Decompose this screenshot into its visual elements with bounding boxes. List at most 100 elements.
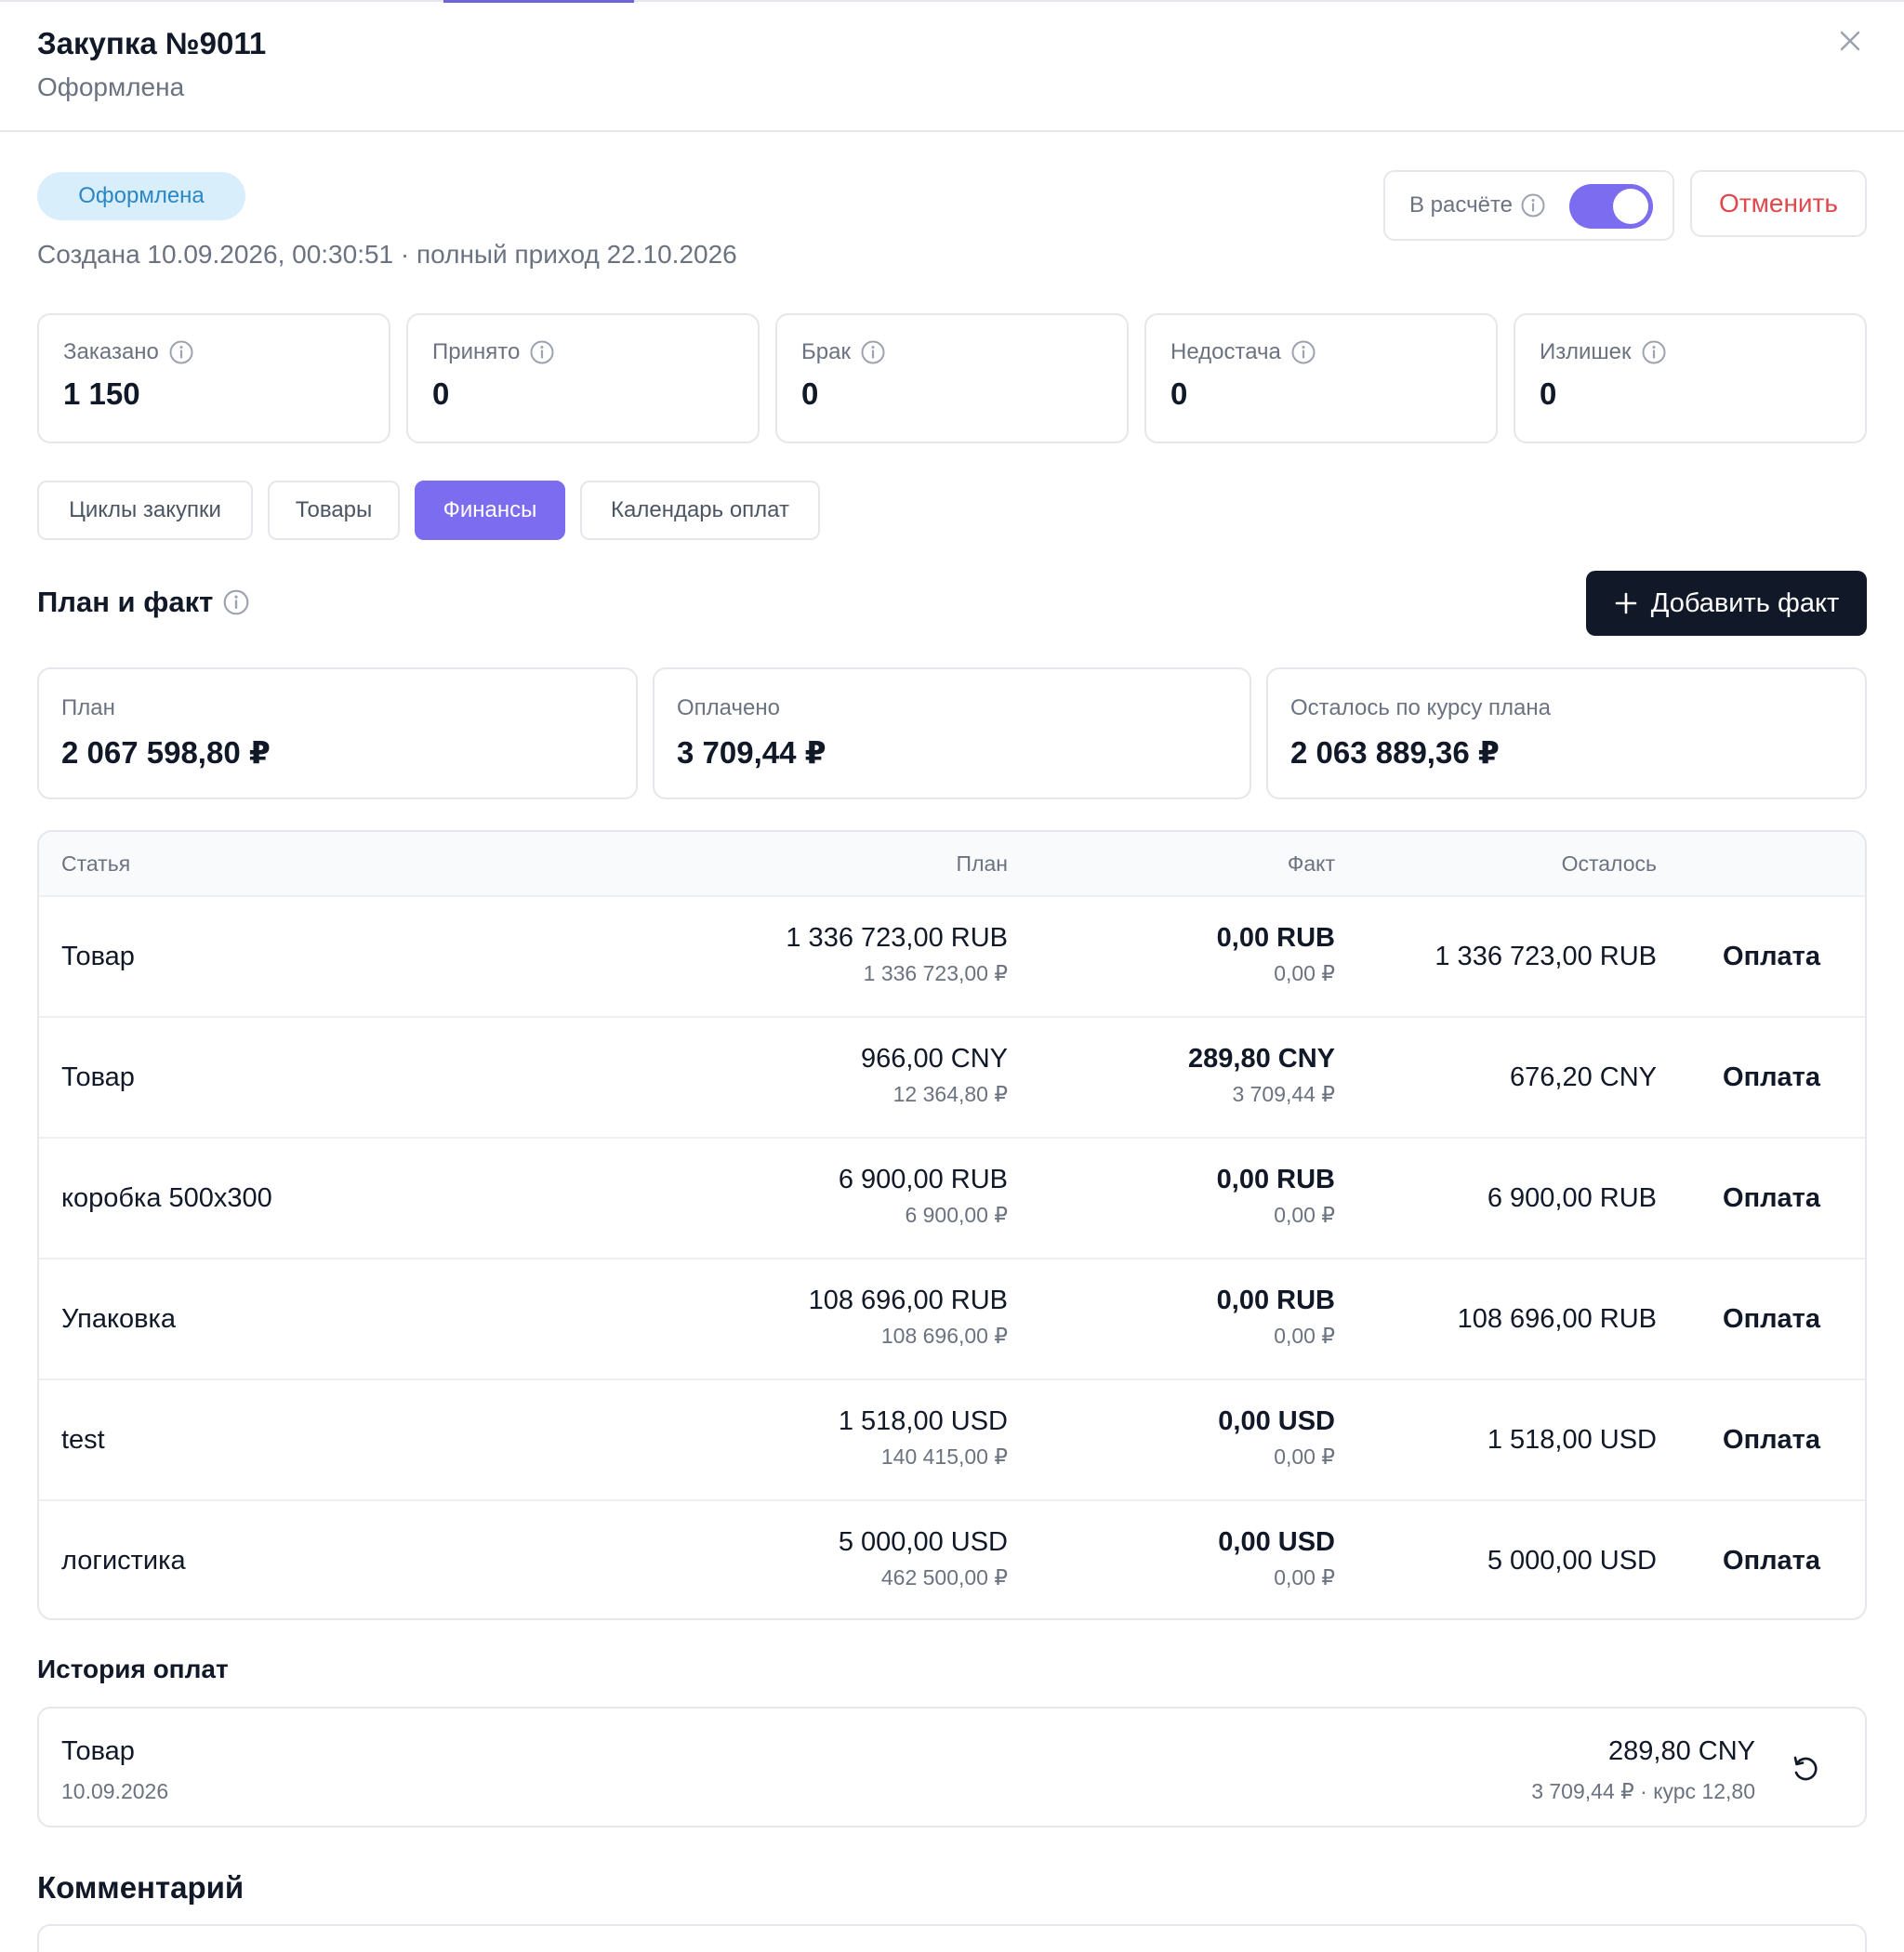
in-calculation-toggle-box: В расчёте [1383, 170, 1674, 241]
row-fact-rub: 0,00 ₽ [1274, 1444, 1335, 1469]
row-plan: 1 518,00 USD [838, 1406, 1008, 1436]
row-fact: 0,00 USD [1218, 1406, 1335, 1436]
info-icon[interactable] [222, 588, 250, 616]
row-plan: 5 000,00 USD [838, 1527, 1008, 1557]
row-rest: 5 000,00 USD [1487, 1546, 1657, 1576]
add-fact-label: Добавить факт [1650, 587, 1840, 618]
row-rest: 108 696,00 RUB [1457, 1304, 1657, 1334]
stat-value: 0 [801, 376, 819, 411]
row-rest: 1 336 723,00 RUB [1435, 942, 1657, 971]
table-row: Товар 966,00 CNY 12 364,80 ₽ 289,80 CNY … [39, 1016, 1865, 1137]
modal-header: Закупка №9011 Оформлена [0, 0, 1904, 132]
row-rest: 676,20 CNY [1510, 1062, 1657, 1092]
summary-value: 2 067 598,80 ₽ [61, 735, 271, 770]
row-plan: 108 696,00 RUB [808, 1286, 1008, 1315]
table-row: Упаковка 108 696,00 RUB 108 696,00 ₽ 0,0… [39, 1258, 1865, 1378]
pay-button[interactable]: Оплата [1723, 1059, 1820, 1097]
column-fact: Факт [1287, 851, 1335, 876]
row-fact-rub: 0,00 ₽ [1274, 1565, 1335, 1589]
row-plan-rub: 462 500,00 ₽ [880, 1565, 1008, 1589]
status-badge: Оформлена [37, 172, 245, 220]
comment-title: Комментарий [37, 1870, 245, 1905]
stat-card-surplus: Излишек 0 [1514, 313, 1867, 443]
revert-payment-button[interactable] [1789, 1752, 1822, 1786]
row-fact-rub: 0,00 ₽ [1274, 961, 1335, 985]
created-info: Создана 10.09.2026, 00:30:51 · полный пр… [37, 240, 737, 269]
cancel-button[interactable]: Отменить [1690, 170, 1867, 237]
stat-label: Брак [801, 339, 851, 364]
table-header: Статья План Факт Осталось [39, 832, 1865, 895]
pay-button[interactable]: Оплата [1723, 1180, 1820, 1218]
page-title: Закупка №9011 [37, 26, 267, 60]
info-icon[interactable] [1290, 339, 1316, 365]
info-icon[interactable] [168, 339, 194, 365]
stat-card-accepted: Принято 0 [406, 313, 760, 443]
pay-button[interactable]: Оплата [1723, 1421, 1820, 1459]
row-fact: 0,00 USD [1218, 1527, 1335, 1557]
row-item-name: Упаковка [61, 1304, 176, 1334]
table-row: Товар 1 336 723,00 RUB 1 336 723,00 ₽ 0,… [39, 895, 1865, 1016]
column-item: Статья [61, 851, 131, 876]
info-icon[interactable] [529, 339, 555, 365]
column-rest: Осталось [1561, 851, 1657, 876]
in-calculation-switch[interactable] [1569, 184, 1653, 229]
tab-products[interactable]: Товары [268, 481, 400, 540]
payment-history-item: Товар 10.09.2026 289,80 CNY 3 709,44 ₽ ·… [37, 1707, 1867, 1827]
row-plan: 6 900,00 RUB [838, 1165, 1008, 1194]
column-plan: План [956, 851, 1008, 876]
pay-button[interactable]: Оплата [1723, 938, 1820, 976]
stat-label: Недостача [1170, 339, 1281, 364]
stat-value: 1 150 [63, 376, 140, 411]
row-plan-rub: 140 415,00 ₽ [880, 1444, 1008, 1469]
stat-card-shortage: Недостача 0 [1144, 313, 1498, 443]
table-row: test 1 518,00 USD 140 415,00 ₽ 0,00 USD … [39, 1378, 1865, 1499]
payment-history-title: История оплат [37, 1655, 229, 1683]
stat-card-ordered: Заказано 1 150 [37, 313, 390, 443]
section-title: План и факт [37, 586, 214, 618]
row-plan: 1 336 723,00 RUB [786, 923, 1008, 953]
summary-plan: План 2 067 598,80 ₽ [37, 667, 638, 799]
pay-button[interactable]: Оплата [1723, 1300, 1820, 1339]
row-item-name: Товар [61, 1062, 135, 1092]
row-fact: 0,00 RUB [1216, 1286, 1335, 1315]
comment-input[interactable] [37, 1924, 1867, 1952]
pay-button[interactable]: Оплата [1723, 1542, 1820, 1580]
history-item-date: 10.09.2026 [61, 1779, 169, 1803]
stat-value: 0 [1540, 376, 1557, 411]
row-fact: 0,00 RUB [1216, 923, 1335, 953]
page-subtitle: Оформлена [37, 73, 185, 101]
info-icon[interactable] [1641, 339, 1667, 365]
row-rest: 1 518,00 USD [1487, 1425, 1657, 1455]
row-item-name: логистика [61, 1546, 186, 1576]
row-fact-rub: 0,00 ₽ [1274, 1324, 1335, 1348]
summary-remaining: Осталось по курсу плана 2 063 889,36 ₽ [1266, 667, 1867, 799]
history-item-amount: 289,80 CNY [1608, 1736, 1755, 1766]
row-plan-rub: 6 900,00 ₽ [905, 1203, 1008, 1227]
add-fact-button[interactable]: Добавить факт [1586, 571, 1867, 636]
plan-fact-table: Статья План Факт Осталось Товар 1 336 72… [37, 830, 1867, 1620]
row-plan-rub: 108 696,00 ₽ [880, 1324, 1008, 1348]
row-item-name: test [61, 1425, 105, 1455]
history-item-detail: 3 709,44 ₽ · курс 12,80 [1531, 1779, 1755, 1803]
row-fact: 0,00 RUB [1216, 1165, 1335, 1194]
switch-knob [1613, 189, 1648, 224]
table-row: коробка 500x300 6 900,00 RUB 6 900,00 ₽ … [39, 1137, 1865, 1258]
tab-payment-calendar[interactable]: Календарь оплат [580, 481, 820, 540]
stat-label: Заказано [63, 339, 159, 364]
summary-value: 3 709,44 ₽ [677, 735, 826, 770]
tab-purchase-cycles[interactable]: Циклы закупки [37, 481, 253, 540]
row-fact-rub: 0,00 ₽ [1274, 1203, 1335, 1227]
summary-label: Осталось по курсу плана [1290, 695, 1552, 720]
summary-paid: Оплачено 3 709,44 ₽ [653, 667, 1251, 799]
close-button[interactable] [1833, 24, 1867, 58]
summary-label: Оплачено [677, 695, 780, 720]
stat-value: 0 [1170, 376, 1188, 411]
in-calculation-label: В расчёте [1409, 192, 1514, 218]
close-icon [1840, 31, 1860, 51]
info-icon[interactable] [1520, 192, 1546, 218]
tab-finance[interactable]: Финансы [415, 481, 565, 540]
info-icon[interactable] [860, 339, 886, 365]
plan-fact-heading: План и факт [37, 586, 250, 619]
row-fact-rub: 3 709,44 ₽ [1232, 1082, 1335, 1106]
row-rest: 6 900,00 RUB [1487, 1183, 1657, 1213]
